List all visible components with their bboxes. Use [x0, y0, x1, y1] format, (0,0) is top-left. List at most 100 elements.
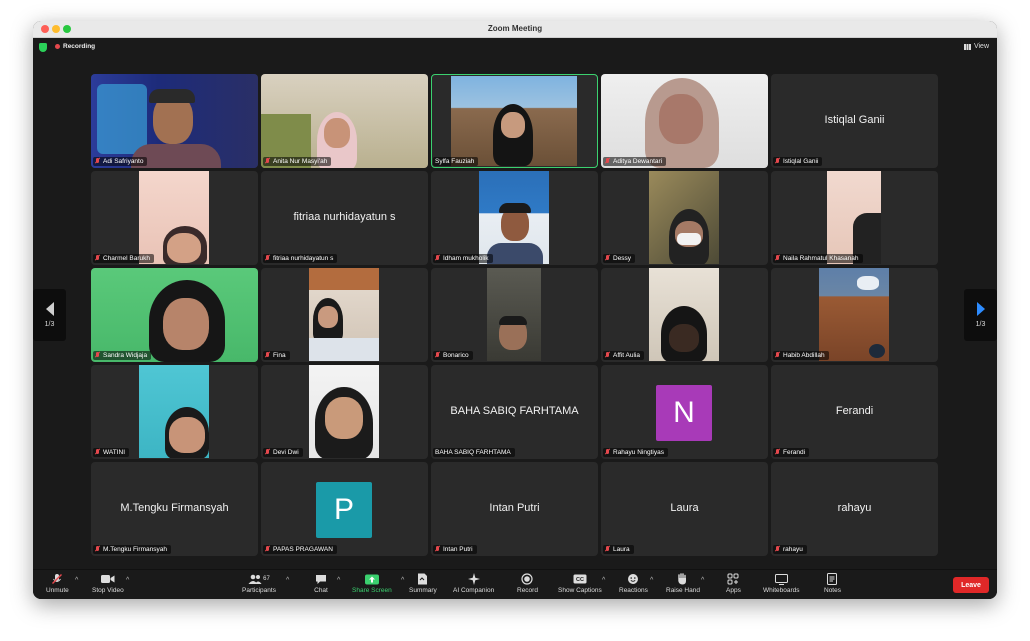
muted-mic-icon	[265, 158, 270, 164]
participant-tile[interactable]: Fina	[261, 268, 428, 362]
muted-mic-icon	[775, 546, 780, 552]
participant-tile[interactable]: Ferandi Ferandi	[771, 365, 938, 459]
closed-captions-icon: CC	[573, 573, 587, 585]
video-options-chevron-icon[interactable]: ^	[126, 577, 129, 584]
reactions-button[interactable]: Reactions	[619, 573, 648, 594]
apps-icon	[726, 573, 740, 585]
participant-video	[261, 74, 428, 168]
participant-tile[interactable]: Affit Aulia	[601, 268, 768, 362]
record-button[interactable]: Record	[517, 573, 538, 594]
participant-tile[interactable]: Adi Safriyanto	[91, 74, 258, 168]
participant-tile[interactable]: BAHA SABIQ FARHTAMA BAHA SABIQ FARHTAMA	[431, 365, 598, 459]
participant-video	[91, 74, 258, 168]
participant-name-display: Ferandi	[835, 405, 874, 417]
participant-name-display: rahayu	[837, 502, 872, 514]
leave-button[interactable]: Leave	[953, 577, 989, 593]
reactions-smiley-icon	[626, 573, 640, 585]
recording-indicator[interactable]: Recording	[55, 43, 95, 50]
whiteboards-button[interactable]: Whiteboards	[763, 573, 800, 594]
participant-tile[interactable]: Dessy	[601, 171, 768, 265]
next-page-button[interactable]: 1/3	[964, 289, 997, 341]
participant-tile[interactable]: Idham mukholik	[431, 171, 598, 265]
unmute-button[interactable]: Unmute	[46, 573, 69, 594]
participant-tile[interactable]: Habib Abdillah	[771, 268, 938, 362]
participant-video	[309, 268, 379, 361]
participant-name-display: Intan Putri	[489, 502, 540, 514]
participant-tile[interactable]: Devi Dwi	[261, 365, 428, 459]
participant-tile[interactable]: Charmel Barukh	[91, 171, 258, 265]
participant-tile[interactable]: Bonarico	[431, 268, 598, 362]
participant-video	[827, 171, 881, 264]
muted-mic-icon	[95, 546, 100, 552]
participant-label: Rahayu Ningtiyas	[603, 447, 668, 457]
stop-video-button[interactable]: Stop Video	[92, 573, 124, 594]
participant-avatar: N	[656, 385, 712, 441]
participant-tile[interactable]: Aditya Dewantari	[601, 74, 768, 168]
ai-companion-button[interactable]: AI Companion	[453, 573, 494, 594]
share-screen-button[interactable]: Share Screen	[352, 573, 392, 594]
chat-options-chevron-icon[interactable]: ^	[337, 577, 340, 584]
participant-label: BAHA SABIQ FARHTAMA	[433, 447, 515, 457]
participant-tile[interactable]: Istiqlal Ganii Istiqlal Ganii	[771, 74, 938, 168]
participant-label: Aditya Dewantari	[603, 156, 667, 166]
raise-hand-icon	[676, 573, 690, 585]
muted-mic-icon	[435, 546, 440, 552]
participant-label: Intan Putri	[433, 544, 477, 554]
participant-label: Affit Aulia	[603, 350, 644, 360]
participant-tile[interactable]: N Rahayu Ningtiyas	[601, 365, 768, 459]
participant-label: Devi Dwi	[263, 447, 303, 457]
muted-mic-icon	[95, 158, 100, 164]
muted-mic-icon	[605, 158, 610, 164]
participant-grid: Adi Safriyanto Anita Nur Masyi'ah Sylfa …	[91, 74, 939, 556]
participant-label: Sylfa Fauziah	[433, 156, 479, 166]
participants-icon: 67	[246, 573, 272, 585]
participant-tile[interactable]: M.Tengku Firmansyah M.Tengku Firmansyah	[91, 462, 258, 556]
chat-button[interactable]: Chat	[314, 573, 328, 594]
raise-hand-button[interactable]: Raise Hand	[666, 573, 700, 594]
share-options-chevron-icon[interactable]: ^	[401, 577, 404, 584]
muted-mic-icon	[265, 255, 270, 261]
muted-mic-icon	[435, 255, 440, 261]
security-shield-icon[interactable]	[39, 43, 47, 52]
participant-tile[interactable]: rahayu rahayu	[771, 462, 938, 556]
notes-button[interactable]: Notes	[824, 573, 841, 594]
participant-tile[interactable]: Intan Putri Intan Putri	[431, 462, 598, 556]
record-icon	[520, 573, 534, 585]
chat-bubble-icon	[314, 573, 328, 585]
participant-video	[309, 365, 379, 458]
participant-video	[451, 76, 577, 166]
captions-options-chevron-icon[interactable]: ^	[602, 577, 605, 584]
participant-video	[649, 268, 719, 361]
audio-options-chevron-icon[interactable]: ^	[75, 577, 78, 584]
previous-page-button[interactable]: 1/3	[33, 289, 66, 341]
recording-dot-icon	[55, 44, 60, 49]
muted-mic-icon	[605, 449, 610, 455]
participant-tile[interactable]: P PAPAS PRAGAWAN	[261, 462, 428, 556]
view-button[interactable]: View	[963, 43, 989, 50]
participant-tile[interactable]: Naila Rahmatul Khasanah	[771, 171, 938, 265]
participant-tile[interactable]: Anita Nur Masyi'ah	[261, 74, 428, 168]
share-screen-icon	[364, 573, 379, 585]
participant-label: Charmel Barukh	[93, 253, 154, 263]
participant-tile[interactable]: Sandra Widjaja	[91, 268, 258, 362]
participant-tile[interactable]: WATINI	[91, 365, 258, 459]
summary-button[interactable]: Summary	[409, 573, 437, 594]
muted-mic-icon	[95, 449, 100, 455]
view-label: View	[973, 43, 989, 50]
participant-tile-active-speaker[interactable]: Sylfa Fauziah	[431, 74, 598, 168]
apps-button[interactable]: Apps	[726, 573, 741, 594]
participant-tile[interactable]: fitriaa nurhidayatun s fitriaa nurhidaya…	[261, 171, 428, 265]
reactions-options-chevron-icon[interactable]: ^	[650, 577, 653, 584]
participants-options-chevron-icon[interactable]: ^	[286, 577, 289, 584]
muted-mic-icon	[95, 255, 100, 261]
participants-button[interactable]: 67 Participants	[242, 573, 276, 594]
participant-label: Idham mukholik	[433, 253, 493, 263]
participant-label: Istiqlal Ganii	[773, 156, 823, 166]
participant-tile[interactable]: Laura Laura	[601, 462, 768, 556]
muted-microphone-icon	[50, 573, 64, 585]
raise-hand-options-chevron-icon[interactable]: ^	[701, 577, 704, 584]
participant-label: rahayu	[773, 544, 807, 554]
muted-mic-icon	[605, 352, 610, 358]
participants-count: 67	[263, 576, 270, 582]
show-captions-button[interactable]: CC Show Captions	[558, 573, 602, 594]
